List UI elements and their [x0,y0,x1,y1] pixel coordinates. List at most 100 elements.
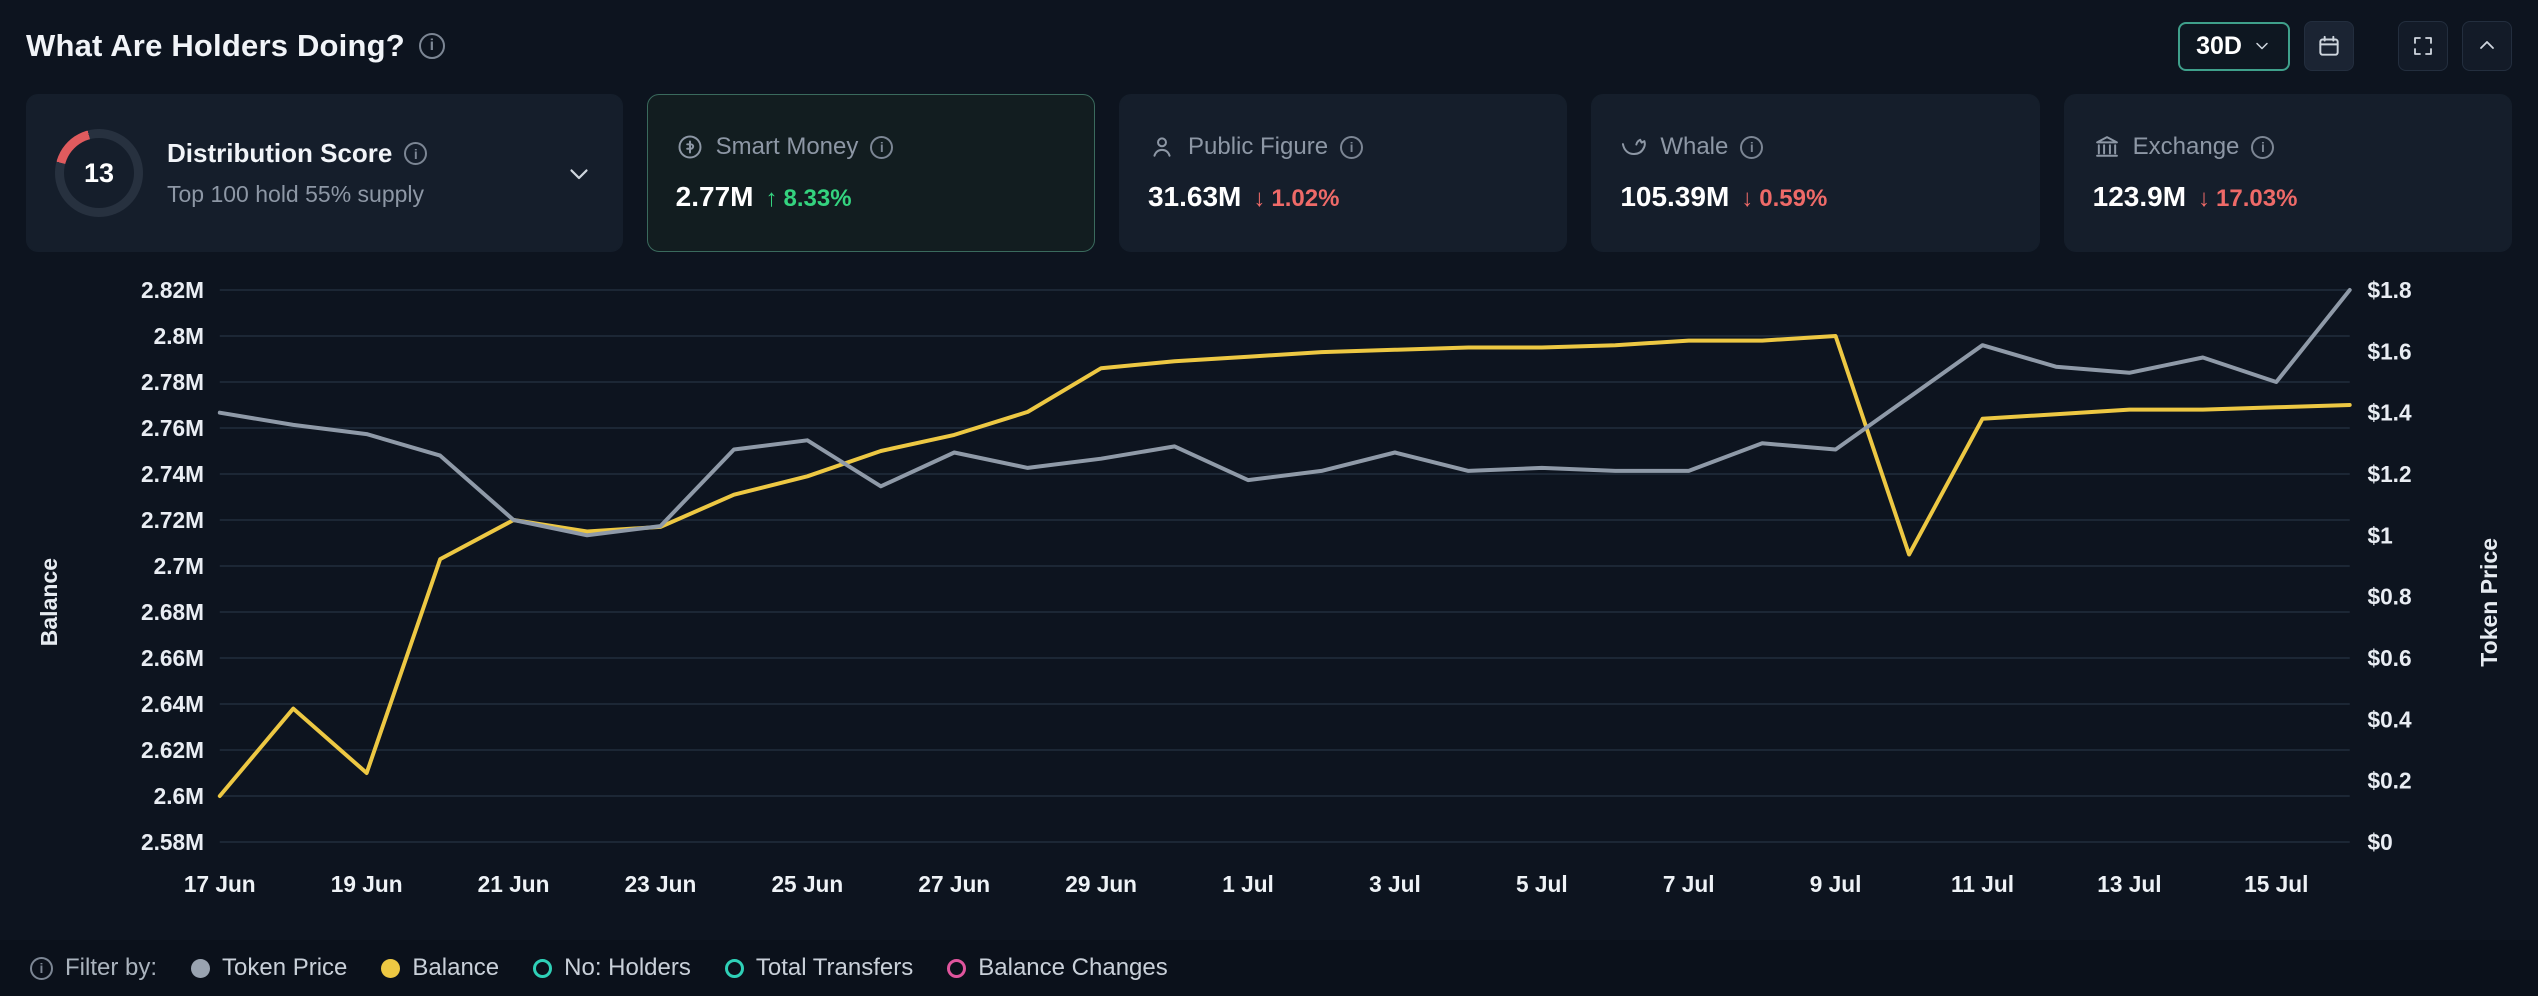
whale-info-icon[interactable]: i [1740,136,1763,159]
svg-text:2.7M: 2.7M [154,553,204,579]
calendar-icon [2316,33,2342,59]
legend-item-balance[interactable]: Balance [381,954,499,982]
holders-chart: Balance 2.82M2.8M2.78M2.76M2.74M2.72M2.7… [26,274,2512,930]
svg-text:$1.4: $1.4 [2367,400,2411,426]
holders-panel: What Are Holders Doing? i 30D [0,0,2538,996]
right-axis-title: Token Price [2466,274,2512,930]
legend-item-token-price[interactable]: Token Price [191,954,347,982]
filter-by-label: Filter by: [65,954,157,982]
title-info-icon[interactable]: i [419,33,445,59]
distribution-chevron-down-icon[interactable] [564,158,594,188]
stat-label: Exchange [2133,133,2240,161]
legend-label: Token Price [222,954,347,982]
svg-text:$1: $1 [2367,522,2393,548]
svg-text:19 Jun: 19 Jun [331,871,403,897]
stat-cards-row: 13 Distribution Score i Top 100 hold 55%… [26,94,2512,252]
svg-text:2.6M: 2.6M [154,783,204,809]
whale-card[interactable]: Whale i 105.39M ↓ 0.59% [1591,94,2039,252]
svg-text:2.68M: 2.68M [141,599,204,625]
exchange-card[interactable]: Exchange i 123.9M ↓ 17.03% [2064,94,2512,252]
change-arrow-icon: ↓ [1741,185,1753,213]
exchange-info-icon[interactable]: i [2251,136,2274,159]
distribution-score-gauge: 13 [55,129,143,217]
svg-text:2.76M: 2.76M [141,415,204,441]
public-figure-card[interactable]: Public Figure i 31.63M ↓ 1.02% [1119,94,1567,252]
change-percent: 8.33% [783,185,851,213]
svg-text:2.72M: 2.72M [141,507,204,533]
svg-text:25 Jun: 25 Jun [771,871,843,897]
svg-text:1 Jul: 1 Jul [1222,871,1274,897]
stat-label: Smart Money [716,133,859,161]
distribution-score-value: 13 [84,158,114,189]
svg-text:2.64M: 2.64M [141,691,204,717]
panel-header: What Are Holders Doing? i 30D [26,16,2512,76]
legend-item-no-holders[interactable]: No: Holders [533,954,691,982]
svg-text:9 Jul: 9 Jul [1810,871,1862,897]
svg-text:13 Jul: 13 Jul [2097,871,2161,897]
person-icon [1148,133,1176,161]
legend-item-balance-changes[interactable]: Balance Changes [947,954,1167,982]
svg-text:$0.4: $0.4 [2367,706,2411,732]
svg-text:29 Jun: 29 Jun [1065,871,1137,897]
page-title: What Are Holders Doing? [26,28,405,64]
change-arrow-icon: ↓ [2198,185,2210,213]
svg-text:21 Jun: 21 Jun [478,871,550,897]
legend-label: Balance Changes [978,954,1167,982]
stat-label: Public Figure [1188,133,1328,161]
timeframe-value: 30D [2196,32,2242,61]
svg-text:$0.8: $0.8 [2367,584,2411,610]
line-chart-svg[interactable]: 2.82M2.8M2.78M2.76M2.74M2.72M2.7M2.68M2.… [72,274,2466,914]
distribution-subtitle: Top 100 hold 55% supply [167,181,427,208]
fullscreen-button[interactable] [2398,21,2448,71]
legend-label: No: Holders [564,954,691,982]
svg-text:2.58M: 2.58M [141,829,204,855]
stat-value: 105.39M [1620,181,1729,213]
timeframe-select[interactable]: 30D [2178,22,2290,71]
svg-text:$1.2: $1.2 [2367,461,2411,487]
stat-change: ↓ 1.02% [1253,185,1339,213]
public-figure-info-icon[interactable]: i [1340,136,1363,159]
stat-change: ↑ 8.33% [765,185,851,213]
svg-text:$0: $0 [2367,829,2392,855]
svg-text:27 Jun: 27 Jun [918,871,990,897]
legend-item-total-transfers[interactable]: Total Transfers [725,954,913,982]
svg-text:$0.6: $0.6 [2367,645,2411,671]
calendar-button[interactable] [2304,21,2354,71]
change-percent: 1.02% [1271,185,1339,213]
change-percent: 17.03% [2216,185,2297,213]
distribution-score-title: Distribution Score [167,138,392,169]
stat-change: ↓ 0.59% [1741,185,1827,213]
svg-text:2.62M: 2.62M [141,737,204,763]
collapse-button[interactable] [2462,21,2512,71]
distribution-info-icon[interactable]: i [404,142,427,165]
svg-text:2.66M: 2.66M [141,645,204,671]
svg-text:7 Jul: 7 Jul [1663,871,1715,897]
stat-label: Whale [1660,133,1728,161]
svg-text:5 Jul: 5 Jul [1516,871,1568,897]
filter-info-icon[interactable]: i [30,957,53,980]
whale-icon [1620,133,1648,161]
svg-text:17 Jun: 17 Jun [184,871,256,897]
stat-change: ↓ 17.03% [2198,185,2297,213]
coin-icon [676,133,704,161]
stat-value: 2.77M [676,181,754,213]
svg-text:$0.2: $0.2 [2367,768,2411,794]
svg-text:2.78M: 2.78M [141,369,204,395]
chart-plot-area[interactable]: 2.82M2.8M2.78M2.76M2.74M2.72M2.7M2.68M2.… [72,274,2466,930]
svg-text:$1.6: $1.6 [2367,338,2411,364]
fullscreen-icon [2411,34,2435,58]
balance-dot-icon [381,959,400,978]
chevron-down-icon [2252,36,2272,56]
change-percent: 0.59% [1759,185,1827,213]
total-transfers-dot-icon [725,959,744,978]
chevron-up-icon [2475,34,2499,58]
change-arrow-icon: ↓ [1253,185,1265,213]
legend-label: Total Transfers [756,954,913,982]
change-arrow-icon: ↑ [765,185,777,213]
legend-label: Balance [412,954,499,982]
smart-money-card[interactable]: Smart Money i 2.77M ↑ 8.33% [647,94,1095,252]
svg-text:2.74M: 2.74M [141,461,204,487]
svg-text:3 Jul: 3 Jul [1369,871,1421,897]
smart-money-info-icon[interactable]: i [870,136,893,159]
distribution-score-card[interactable]: 13 Distribution Score i Top 100 hold 55%… [26,94,623,252]
